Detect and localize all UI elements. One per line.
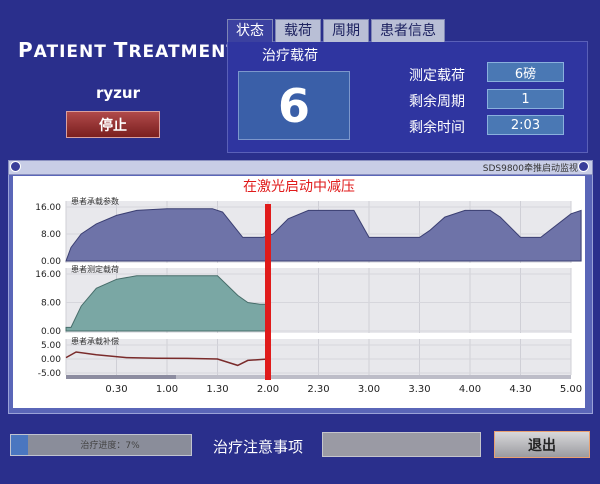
tab-cycle[interactable]: 周期: [323, 19, 369, 42]
current-time-marker: [265, 204, 271, 380]
x-tick-label: 3.30: [408, 384, 430, 395]
chart-plot-area: 在激光启动中减压 16.00 8.00 0.00 患者承载参数 16.00 8.00 0.00…: [13, 176, 585, 408]
remaining-cycles-value: 1: [487, 89, 564, 109]
remaining-cycles-label: 剩余周期: [409, 94, 465, 110]
remaining-time-value: 2:03: [487, 115, 564, 135]
x-tick-label: 4.30: [509, 384, 531, 395]
progress-fill: [11, 435, 28, 455]
x-tick-label: 2.00: [257, 384, 279, 395]
panel-label-2: 患者测定载荷: [71, 264, 119, 274]
chart-scroll-thumb: [66, 375, 176, 379]
chart-title: 在激光启动中减压: [243, 178, 355, 195]
tab-patient-info[interactable]: 患者信息: [371, 19, 445, 42]
y-tick-label: 16.00: [35, 270, 61, 280]
y-tick-label: 8.00: [41, 230, 61, 240]
panel-label-1: 患者承载参数: [71, 196, 119, 206]
stop-button[interactable]: 停止: [66, 111, 160, 138]
chart-right-knob-icon[interactable]: [578, 161, 589, 172]
y-tick-label: 0.00: [41, 355, 61, 365]
load-value: 6: [238, 71, 350, 140]
monitor-chart: 在激光启动中减压 16.00 8.00 0.00 患者承载参数 16.00 8.00 0.00…: [35, 178, 582, 395]
tab-status[interactable]: 状态: [227, 19, 273, 42]
progress-label: 治疗进度：7%: [80, 441, 140, 451]
tab-bar: 状态 载荷 周期 患者信息: [227, 19, 445, 42]
x-tick-label: 4.00: [459, 384, 481, 395]
y-tick-label: -5.00: [38, 369, 62, 379]
user-name: ryzur: [96, 84, 140, 102]
x-tick-label: 5.00: [560, 384, 582, 395]
y-tick-label: 5.00: [41, 341, 61, 351]
tab-load[interactable]: 载荷: [275, 19, 321, 42]
chart-left-knob-icon[interactable]: [10, 161, 21, 172]
y-tick-label: 8.00: [41, 299, 61, 309]
notice-field[interactable]: [322, 432, 481, 457]
remaining-time-label: 剩余时间: [409, 120, 465, 136]
x-tick-label: 1.00: [156, 384, 178, 395]
y-tick-label: 16.00: [35, 203, 61, 213]
load-label: 治疗载荷: [262, 48, 318, 64]
panel-label-3: 患者承载补偿: [71, 336, 119, 346]
exit-button[interactable]: 退出: [494, 431, 590, 458]
x-tick-label: 0.30: [105, 384, 127, 395]
x-tick-label: 3.00: [358, 384, 380, 395]
x-tick-label: 1.30: [206, 384, 228, 395]
app-title: PATIENT TREATMENT: [18, 38, 239, 62]
y-tick-label: 0.00: [41, 327, 61, 337]
notice-label: 治疗注意事项: [213, 438, 304, 456]
y-tick-label: 0.00: [41, 257, 61, 267]
measured-load-label: 测定载荷: [409, 68, 465, 84]
chart-window-title: SDS9800牵推启动监视: [482, 164, 578, 174]
x-tick-label: 2.30: [307, 384, 329, 395]
measured-load-value: 6磅: [487, 62, 564, 82]
